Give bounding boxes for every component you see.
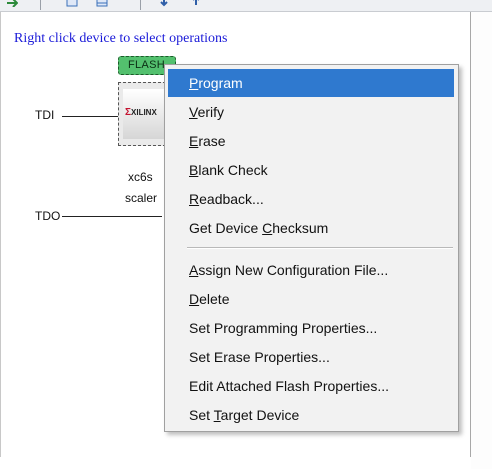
toolbar bbox=[0, 0, 492, 12]
toolbar-up-icon[interactable] bbox=[190, 0, 202, 7]
toolbar-window-icon[interactable] bbox=[96, 0, 108, 7]
side-panel-edge bbox=[471, 12, 492, 469]
xilinx-logo-icon: ΣXILINX bbox=[125, 107, 157, 118]
menu-item-erase[interactable]: Erase bbox=[168, 127, 454, 155]
menu-item-set-target-device[interactable]: Set Target Device bbox=[168, 401, 454, 429]
device-part-name: xc6s bbox=[128, 170, 153, 184]
canvas-hint-text: Right click device to select operations bbox=[14, 31, 228, 46]
context-menu: Program Verify Erase Blank Check Readbac… bbox=[164, 64, 459, 432]
menu-item-get-device-checksum[interactable]: Get Device Checksum bbox=[168, 214, 454, 242]
toolbar-separator bbox=[140, 0, 141, 10]
menu-item-set-erase-properties[interactable]: Set Erase Properties... bbox=[168, 343, 454, 371]
toolbar-arrow-icon[interactable] bbox=[6, 0, 18, 7]
tdi-label: TDI bbox=[35, 108, 55, 122]
menu-item-edit-attached-flash-properties[interactable]: Edit Attached Flash Properties... bbox=[168, 372, 454, 400]
flash-label: FLASH bbox=[128, 59, 165, 71]
canvas-left-border bbox=[0, 12, 1, 457]
toolbar-separator bbox=[40, 0, 41, 10]
tdo-label: TDO bbox=[35, 209, 61, 223]
toolbar-doc-icon[interactable] bbox=[66, 0, 78, 7]
toolbar-down-icon[interactable] bbox=[158, 0, 170, 7]
tdi-wire bbox=[62, 116, 119, 117]
menu-item-assign-new-configuration-file[interactable]: Assign New Configuration File... bbox=[168, 256, 454, 284]
device-config-file: scaler bbox=[125, 191, 158, 205]
tdo-wire bbox=[62, 216, 162, 217]
menu-item-set-programming-properties[interactable]: Set Programming Properties... bbox=[168, 314, 454, 342]
menu-item-delete[interactable]: Delete bbox=[168, 285, 454, 313]
menu-item-program[interactable]: Program bbox=[168, 69, 454, 97]
menu-item-verify[interactable]: Verify bbox=[168, 98, 454, 126]
menu-item-blank-check[interactable]: Blank Check bbox=[168, 156, 454, 184]
menu-separator bbox=[187, 247, 453, 249]
menu-item-readback[interactable]: Readback... bbox=[168, 185, 454, 213]
